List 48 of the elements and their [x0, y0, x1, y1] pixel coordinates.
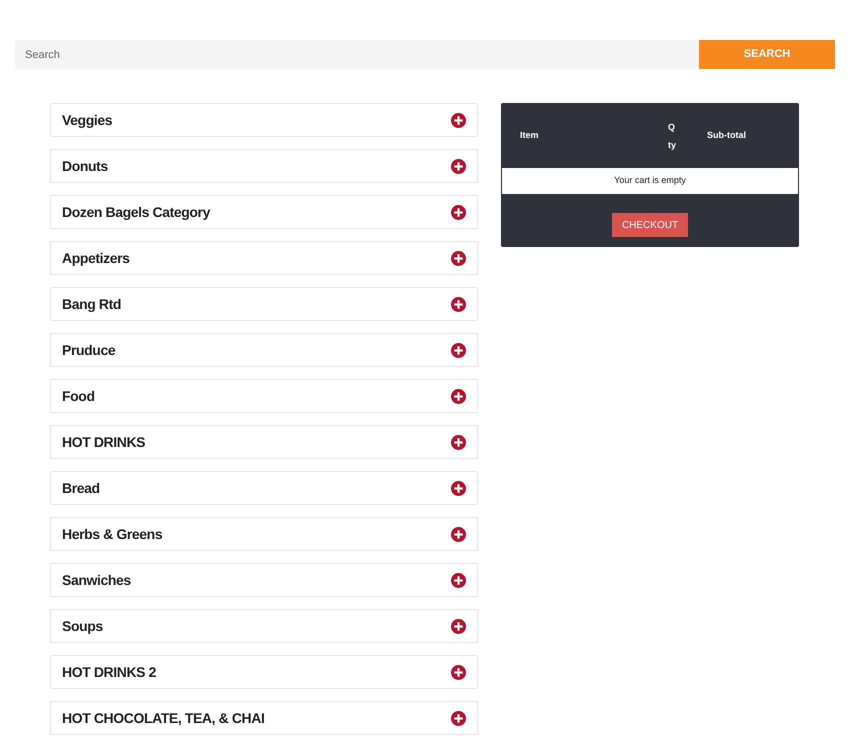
category-title: Bread: [62, 478, 100, 498]
category-row[interactable]: Pruduce: [50, 333, 478, 367]
category-row[interactable]: Food: [50, 379, 478, 413]
category-title: Pruduce: [62, 340, 116, 360]
plus-circle-icon: [451, 710, 466, 726]
category-row[interactable]: Appetizers: [50, 241, 478, 275]
plus-circle-icon: [451, 480, 466, 496]
category-title: HOT CHOCOLATE, TEA, & CHAI: [62, 708, 264, 728]
plus-circle-icon: [451, 112, 466, 128]
category-title: Soups: [62, 616, 103, 636]
plus-circle-icon: [451, 572, 466, 588]
category-title: Bang Rtd: [62, 294, 122, 314]
category-row[interactable]: Bread: [50, 471, 478, 505]
category-title: Food: [62, 386, 95, 406]
plus-circle-icon: [451, 388, 466, 404]
column-header: Item: [520, 128, 540, 142]
category-row[interactable]: HOT DRINKS 2: [50, 655, 478, 689]
plus-circle-icon: [451, 204, 466, 220]
category-row[interactable]: HOT DRINKS: [50, 425, 478, 459]
search-field[interactable]: Search: [15, 40, 699, 69]
category-row[interactable]: Herbs & Greens: [50, 517, 478, 551]
plus-circle-icon: [451, 434, 466, 450]
checkout-button[interactable]: CHECKOUT: [612, 213, 688, 237]
plus-circle-icon: [451, 296, 466, 312]
category-row[interactable]: Sanwiches: [50, 563, 478, 597]
category-row[interactable]: Bang Rtd: [50, 287, 478, 321]
category-title: Dozen Bagels Category: [62, 202, 210, 222]
column-header: Sub-total: [707, 128, 746, 142]
category-title: HOT DRINKS 2: [62, 662, 156, 682]
category-row[interactable]: Veggies: [50, 103, 478, 137]
category-title: Sanwiches: [62, 570, 131, 590]
category-title: HOT DRINKS: [62, 432, 146, 452]
category-title: Herbs & Greens: [62, 524, 162, 544]
empty-cart-message: Your cart is empty: [502, 168, 798, 194]
category-row[interactable]: Soups: [50, 609, 478, 643]
category-title: Veggies: [62, 110, 112, 130]
plus-circle-icon: [451, 526, 466, 542]
category-row[interactable]: Donuts: [50, 149, 478, 183]
category-title: Appetizers: [62, 248, 130, 268]
column-header: Qty: [668, 120, 677, 152]
plus-circle-icon: [451, 342, 466, 358]
plus-circle-icon: [451, 618, 466, 634]
category-row[interactable]: HOT CHOCOLATE, TEA, & CHAI: [50, 701, 478, 735]
plus-circle-icon: [451, 250, 466, 266]
category-row[interactable]: Dozen Bagels Category: [50, 195, 478, 229]
plus-circle-icon: [451, 158, 466, 174]
category-title: Donuts: [62, 156, 108, 176]
plus-circle-icon: [451, 664, 466, 680]
